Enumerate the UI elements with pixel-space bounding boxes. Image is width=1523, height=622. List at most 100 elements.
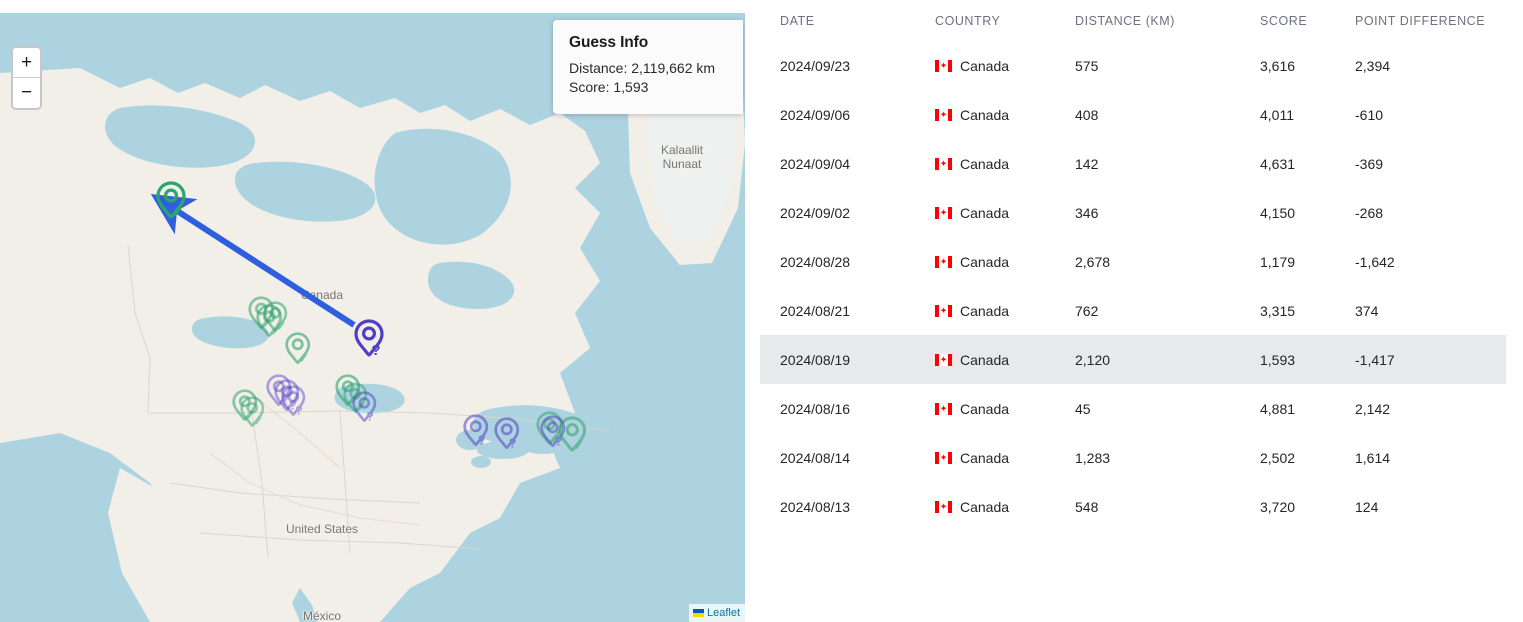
- cell-country: ✦ Canada: [915, 482, 1055, 531]
- guess-info-distance: Distance: 2,119,662 km: [569, 60, 716, 76]
- column-header-score[interactable]: SCORE: [1240, 0, 1335, 41]
- cell-distance: 142: [1075, 155, 1099, 172]
- table-body: 2024/09/23 ✦ Canada 575 3,616 2,394 2024/09/06…: [760, 41, 1506, 531]
- guess-marker-icon[interactable]: ?: [352, 391, 377, 424]
- cell-distance: 346: [1075, 204, 1099, 221]
- table-row[interactable]: 2024/08/13 ✦ Canada 548 3,720 124: [760, 482, 1506, 531]
- cell-score: 4,881: [1260, 400, 1296, 417]
- column-header-country[interactable]: COUNTRY: [915, 0, 1055, 41]
- canada-flag-icon: ✦: [935, 206, 952, 219]
- map-zoom-control[interactable]: + −: [11, 46, 42, 110]
- cell-point-difference: 1,614: [1355, 449, 1391, 466]
- country-name: Canada: [960, 498, 1010, 515]
- cell-date: 2024/08/19: [760, 335, 915, 384]
- svg-text:✓: ✓: [298, 351, 309, 366]
- answer-marker-icon[interactable]: ✓: [285, 332, 311, 366]
- cell-date: 2024/09/23: [780, 57, 851, 74]
- cell-distance: 2,678: [1075, 253, 1111, 270]
- svg-text:✓: ✓: [253, 415, 263, 429]
- guess-marker-icon[interactable]: ?: [354, 319, 384, 359]
- table-row[interactable]: 2024/08/19 ✦ Canada 2,120 1,593 -1,417: [760, 335, 1506, 384]
- cell-point-difference: -268: [1355, 204, 1384, 221]
- zoom-in-icon[interactable]: +: [13, 48, 40, 78]
- cell-point-difference: 374: [1355, 302, 1379, 319]
- cell-score: 1,593: [1240, 335, 1335, 384]
- map-place-label: México: [302, 609, 341, 622]
- svg-text:?: ?: [295, 404, 303, 418]
- answer-marker-icon[interactable]: ✓: [263, 301, 288, 334]
- canada-flag-icon: ✦: [935, 157, 952, 170]
- ukraine-flag-icon: [692, 609, 704, 617]
- canada-flag-icon: ✦: [935, 255, 952, 268]
- cell-distance: 762: [1075, 302, 1099, 319]
- answer-marker-icon[interactable]: ✓: [558, 416, 587, 454]
- table-row[interactable]: 2024/09/06 ✦ Canada 408 4,011 -610: [760, 90, 1506, 139]
- cell-distance: 45: [1075, 400, 1091, 417]
- svg-text:✓: ✓: [573, 438, 585, 454]
- pagination: Previous Page 1 of 4 Next: [1505, 547, 1523, 581]
- column-header-date[interactable]: DATE: [760, 0, 915, 41]
- map-pane[interactable]: ✓? ✓ ✓ ✓ ✓ ✓ ✓ ✓ ✓?????? ✓? ✓ Kalaallit Nunaat Cana…: [0, 0, 745, 622]
- cell-point-difference: -1,642: [1355, 253, 1395, 270]
- history-table-pane: DATE COUNTRY DISTANCE (KM) SCORE POINT D…: [745, 0, 1523, 622]
- map-place-label: Kalaallit Nunaat: [660, 143, 704, 171]
- cell-score: 4,011: [1260, 106, 1294, 123]
- cell-point-difference: -610: [1355, 106, 1384, 123]
- table-row[interactable]: 2024/08/14 ✦ Canada 1,283 2,502 1,614: [760, 433, 1506, 482]
- cell-date: 2024/09/06: [780, 106, 851, 123]
- answer-marker-icon[interactable]: ✓: [156, 181, 186, 221]
- country-name: Canada: [960, 155, 1010, 172]
- cell-country: ✦ Canada: [915, 237, 1055, 286]
- guess-marker-icon[interactable]: ?: [494, 417, 520, 451]
- cell-date: 2024/09/02: [780, 204, 851, 221]
- table-row[interactable]: 2024/08/21 ✦ Canada 762 3,315 374: [760, 286, 1506, 335]
- svg-text:✓: ✓: [172, 204, 185, 221]
- canada-flag-icon: ✦: [935, 108, 952, 121]
- svg-text:?: ?: [371, 342, 380, 359]
- svg-text:?: ?: [478, 433, 486, 448]
- table-row[interactable]: 2024/09/02 ✦ Canada 346 4,150 -268: [760, 188, 1506, 237]
- cell-score: 1,179: [1260, 253, 1296, 270]
- cell-distance: 408: [1075, 106, 1099, 123]
- zoom-out-icon[interactable]: −: [13, 78, 40, 108]
- cell-distance: 1,283: [1075, 449, 1111, 466]
- cell-score: 3,616: [1260, 57, 1296, 74]
- cell-country: ✦ Canada: [915, 384, 1055, 433]
- country-name: Canada: [960, 106, 1010, 123]
- table-row[interactable]: 2024/09/04 ✦ Canada 142 4,631 -369: [760, 139, 1506, 188]
- cell-country: ✦ Canada: [915, 41, 1055, 90]
- guess-marker-icon[interactable]: ?: [463, 414, 489, 448]
- canada-flag-icon: ✦: [935, 402, 952, 415]
- table-row[interactable]: 2024/08/28 ✦ Canada 2,678 1,179 -1,642: [760, 237, 1506, 286]
- cell-country: ✦ Canada: [915, 90, 1055, 139]
- guess-history-page: ✓? ✓ ✓ ✓ ✓ ✓ ✓ ✓ ✓?????? ✓? ✓ Kalaallit Nunaat Cana…: [0, 0, 1523, 622]
- cell-score: 2,502: [1260, 449, 1296, 466]
- cell-score: 4,631: [1260, 155, 1296, 172]
- cell-score: 3,315: [1260, 302, 1296, 319]
- cell-date: 2024/08/28: [780, 253, 851, 270]
- guess-marker-icon[interactable]: ?: [281, 385, 306, 418]
- leaflet-link[interactable]: Leaflet: [707, 607, 740, 619]
- map-place-label: Canada: [300, 288, 344, 302]
- svg-text:?: ?: [366, 410, 374, 424]
- table-row[interactable]: 2024/09/23 ✦ Canada 575 3,616 2,394: [760, 41, 1506, 90]
- cell-date: 2024/08/16: [780, 400, 851, 417]
- country-name: Canada: [960, 204, 1010, 221]
- cell-date: 2024/08/14: [780, 449, 851, 466]
- cell-score: 3,720: [1260, 498, 1296, 515]
- table-header-row: DATE COUNTRY DISTANCE (KM) SCORE POINT D…: [760, 0, 1506, 41]
- cell-distance: 548: [1075, 498, 1099, 515]
- canada-flag-icon: ✦: [935, 500, 952, 513]
- table-header: DATE COUNTRY DISTANCE (KM) SCORE POINT D…: [760, 0, 1506, 41]
- guess-history-table: DATE COUNTRY DISTANCE (KM) SCORE POINT D…: [760, 0, 1506, 531]
- cell-distance: 575: [1075, 57, 1099, 74]
- answer-marker-icon[interactable]: ✓: [240, 396, 265, 429]
- country-name: Canada: [960, 400, 1010, 417]
- country-name: Canada: [960, 351, 1010, 368]
- column-header-distance[interactable]: DISTANCE (KM): [1055, 0, 1240, 41]
- table-row[interactable]: 2024/08/16 ✦ Canada 45 4,881 2,142: [760, 384, 1506, 433]
- country-name: Canada: [960, 302, 1010, 319]
- cell-date: 2024/08/13: [780, 498, 851, 515]
- column-header-point-difference[interactable]: POINT DIFFERENCE: [1335, 0, 1506, 41]
- cell-country: ✦ Canada: [915, 188, 1055, 237]
